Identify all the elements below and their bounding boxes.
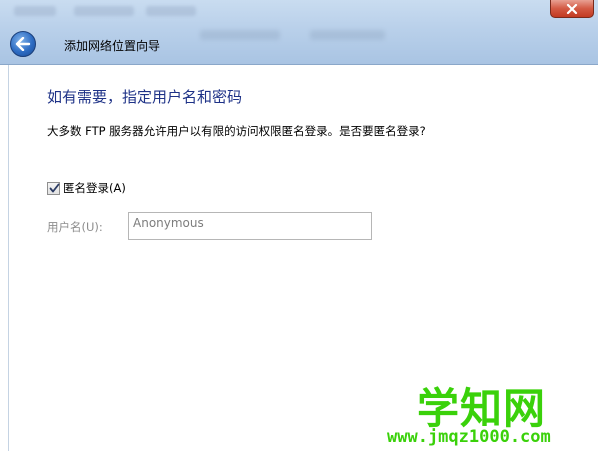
watermark-url: www.jmqz1000.com (387, 427, 551, 447)
page-heading: 如有需要，指定用户名和密码 (47, 88, 243, 106)
anonymous-login-label: 匿名登录(A) (63, 181, 126, 195)
checkmark-icon (49, 183, 60, 192)
checkbox-box[interactable] (47, 181, 60, 195)
back-button[interactable] (10, 31, 36, 57)
blurred-address-text (200, 30, 280, 40)
blurred-title-text (74, 6, 134, 16)
wizard-window: 添加网络位置向导 如有需要，指定用户名和密码 大多数 FTP 服务器允许用户以有… (0, 0, 598, 451)
anonymous-login-checkbox[interactable]: 匿名登录(A) (47, 180, 126, 196)
title-bar: 添加网络位置向导 (0, 0, 598, 65)
username-label: 用户名(U): (47, 220, 103, 234)
close-icon (566, 3, 578, 14)
username-input[interactable]: Anonymous (128, 212, 372, 240)
blurred-title-text (146, 6, 196, 16)
page-description: 大多数 FTP 服务器允许用户以有限的访问权限匿名登录。是否要匿名登录? (47, 124, 426, 138)
blurred-title-text (14, 6, 56, 16)
wizard-title: 添加网络位置向导 (64, 39, 161, 53)
back-arrow-icon (15, 37, 31, 51)
blurred-address-text (310, 30, 385, 40)
close-button[interactable] (550, 0, 594, 18)
